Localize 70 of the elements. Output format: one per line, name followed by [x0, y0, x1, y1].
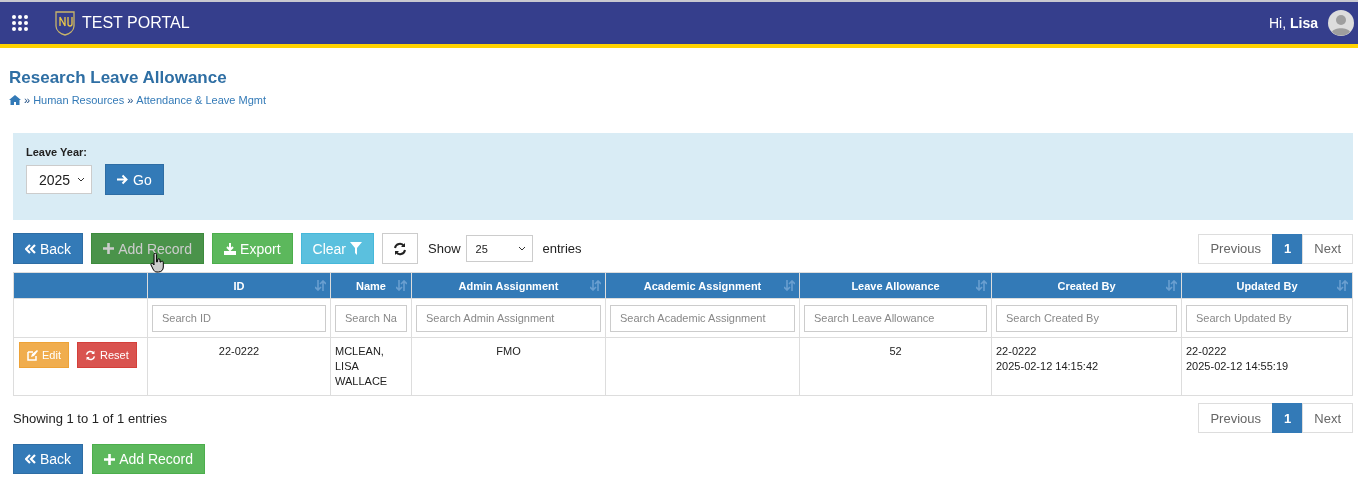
entries-info: Showing 1 to 1 of 1 entries: [13, 410, 167, 426]
table-cell-text: 22-0222 2025-02-12 14:55:19: [1186, 344, 1290, 374]
arrow-right-icon: [117, 174, 129, 185]
sort-icon: [1337, 280, 1348, 291]
sort-icon: [396, 280, 407, 291]
column-header[interactable]: Academic Assignment: [605, 272, 800, 299]
sort-icon: [315, 280, 326, 291]
breadcrumb-separator: »: [127, 94, 134, 106]
pagination-button[interactable]: Next: [1302, 403, 1353, 433]
sort-icon: [784, 280, 795, 291]
double-chevron-left-icon: [25, 243, 36, 254]
refresh-button[interactable]: [382, 233, 418, 264]
search-field[interactable]: Search Academic Assignment: [610, 304, 795, 332]
breadcrumb-link[interactable]: Attendance & Leave Mgmt: [136, 94, 266, 106]
year-select[interactable]: 2025: [26, 165, 92, 194]
table-cell-text: 22-0222 2025-02-12 14:15:42: [996, 344, 1100, 374]
portal-title: TEST PORTAL: [82, 14, 190, 32]
sort-icon: [976, 280, 987, 291]
user-greeting: Hi, Lisa: [1269, 15, 1318, 31]
search-field[interactable]: Search Updated By: [1186, 304, 1348, 332]
pagination-button[interactable]: Previous: [1198, 403, 1274, 433]
breadcrumb-link[interactable]: Human Resources: [33, 94, 125, 106]
edit-icon: [27, 349, 38, 361]
pagination-button[interactable]: 1: [1272, 233, 1304, 264]
hand-cursor-icon: [150, 253, 165, 273]
entries-label: entries: [542, 241, 582, 256]
table-cell-text: 22-0222: [217, 344, 261, 359]
column-header[interactable]: Leave Allowance: [799, 272, 992, 299]
search-field[interactable]: Search Created By: [996, 304, 1177, 332]
column-header[interactable]: Created By: [991, 272, 1182, 299]
plus-icon: [103, 243, 115, 254]
column-header[interactable]: ID: [147, 272, 331, 299]
sort-icon: [1166, 280, 1177, 291]
pagination-button[interactable]: 1: [1272, 403, 1304, 433]
go-button[interactable]: Go: [105, 164, 164, 195]
reset-button[interactable]: Reset: [76, 342, 137, 368]
table-cell-text: MCLEAN, LISA WALLACE: [335, 344, 389, 389]
column-header[interactable]: Updated By: [1181, 272, 1353, 299]
page-title: Research Leave Allowance: [9, 68, 228, 88]
search-field[interactable]: Search Admin Assignment: [416, 304, 601, 332]
apps-grid-icon[interactable]: [12, 15, 28, 31]
table-cell-text: FMO: [495, 344, 522, 359]
crest-logo: [54, 10, 76, 36]
filter-icon: [350, 242, 362, 255]
chevron-icon: [77, 177, 85, 182]
leave-year-label: Leave Year:: [26, 146, 88, 158]
entries-select[interactable]: 25: [465, 235, 533, 262]
column-header[interactable]: Name: [330, 272, 412, 299]
back-button[interactable]: Back: [13, 444, 84, 474]
search-field[interactable]: Search Leave Allowance: [804, 304, 987, 332]
table-cell-text: 52: [888, 344, 903, 359]
pagination-button[interactable]: Previous: [1198, 233, 1274, 264]
search-field[interactable]: Search ID: [152, 304, 326, 332]
column-header[interactable]: Admin Assignment: [411, 272, 606, 299]
add-button[interactable]: Add Record: [92, 444, 206, 474]
export-button[interactable]: Export: [212, 233, 293, 264]
chevron-icon: [517, 246, 526, 251]
back-button[interactable]: Back: [13, 233, 84, 264]
refresh-icon: [84, 349, 96, 361]
avatar-icon[interactable]: [1328, 10, 1354, 36]
refresh-icon: [393, 241, 407, 256]
pagination-button[interactable]: Next: [1302, 233, 1353, 264]
home-icon[interactable]: [9, 95, 21, 105]
plus-icon: [104, 453, 116, 465]
download-icon: [224, 242, 237, 255]
double-chevron-left-icon: [25, 454, 36, 464]
breadcrumb-separator: »: [24, 94, 31, 106]
sort-icon: [590, 280, 601, 291]
show-label: Show: [428, 241, 461, 256]
search-field[interactable]: Search Na: [335, 304, 407, 332]
